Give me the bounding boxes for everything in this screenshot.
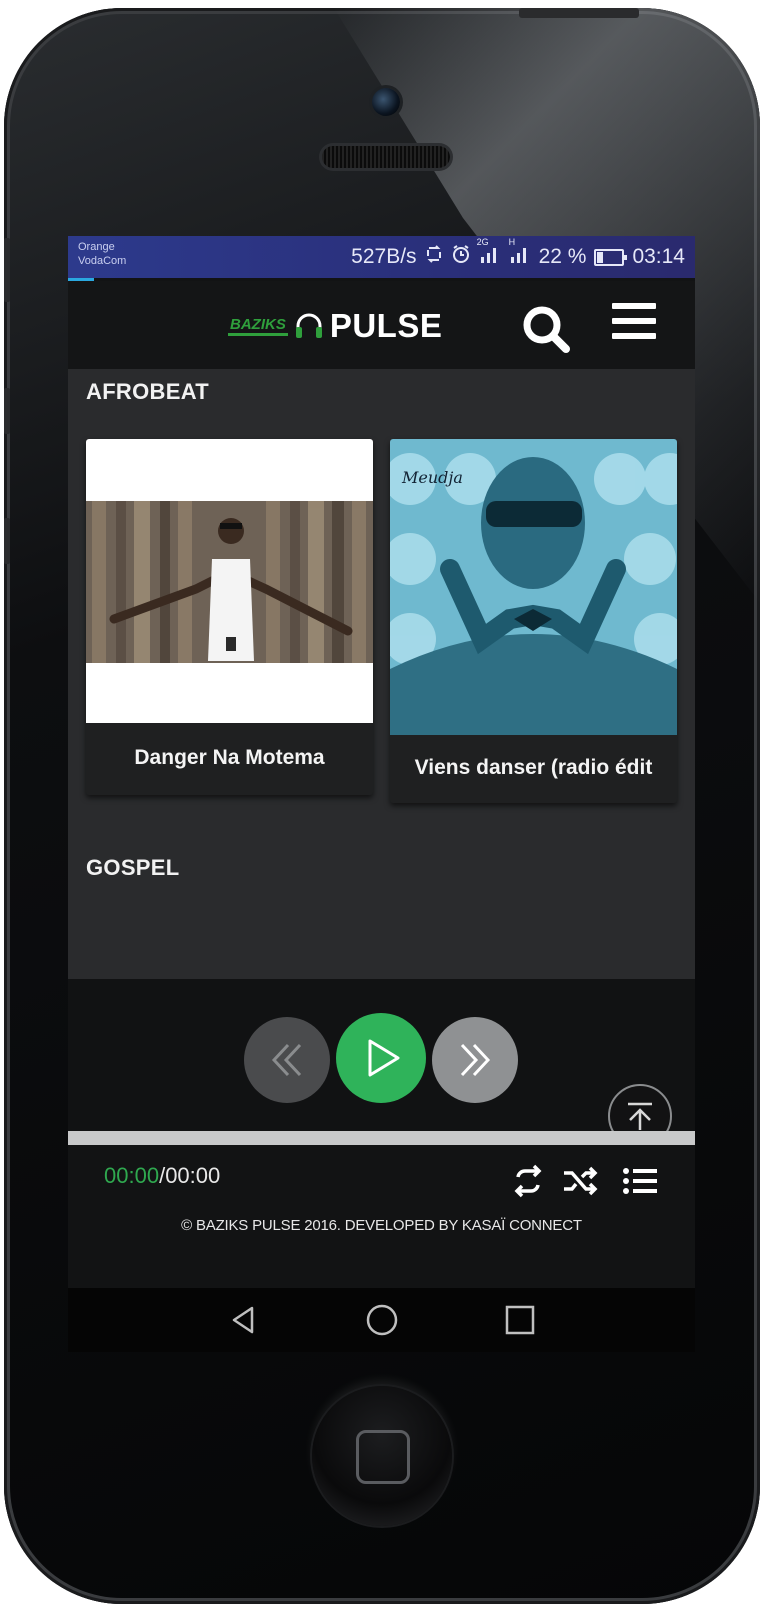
track-title: Danger Na Motema <box>134 746 325 769</box>
signal-1-icon: 2G <box>477 237 501 269</box>
track-card[interactable]: Meudja Viens danser (radio édit <box>390 439 677 803</box>
network-type-1: 2G <box>476 237 489 247</box>
home-icon <box>366 1304 398 1336</box>
progress-bar[interactable] <box>68 1131 695 1145</box>
search-icon <box>523 306 570 353</box>
menu-button[interactable] <box>610 301 660 347</box>
play-button[interactable] <box>336 1013 426 1103</box>
repeat-icon <box>514 1164 542 1198</box>
network-speed: 527B/s <box>351 245 417 268</box>
search-button[interactable] <box>518 301 574 357</box>
carrier-names: Orange VodaCom <box>78 240 126 268</box>
section-title-afrobeat: AFROBEAT <box>86 379 209 404</box>
logo-pulse-text: PULSE <box>329 307 443 344</box>
next-icon <box>460 1043 491 1077</box>
front-camera <box>372 88 400 116</box>
app-screen: Orange VodaCom 527B/s 2G H 22 % 03:14 BA… <box>68 236 695 1288</box>
section-title-gospel: GOSPEL <box>86 855 180 880</box>
previous-button[interactable] <box>244 1017 330 1103</box>
alarm-icon <box>451 244 471 270</box>
player-controls <box>68 979 695 1135</box>
shuffle-button[interactable] <box>560 1163 600 1199</box>
home-nav-button[interactable] <box>362 1300 402 1340</box>
headphones-icon <box>295 313 322 338</box>
playlist-icon <box>623 1168 657 1194</box>
app-logo[interactable]: BAZIKS PULSE <box>228 307 442 345</box>
battery-percent: 22 % <box>538 245 587 268</box>
recents-icon <box>505 1305 535 1335</box>
status-indicators: 527B/s 2G H 22 % 03:14 <box>351 237 685 270</box>
album-cover-viens-danser: Meudja <box>390 439 677 735</box>
track-title: Viens danser (radio édit <box>414 756 653 779</box>
earpiece-speaker <box>322 146 450 168</box>
track-card[interactable]: Danger Na Motema <box>86 439 373 795</box>
current-time: 00:00 <box>104 1163 160 1188</box>
android-navigation-bar <box>68 1288 695 1352</box>
volume-up-button <box>4 388 10 434</box>
carrier-1: Orange <box>78 241 115 253</box>
carrier-2: VodaCom <box>78 255 127 267</box>
play-icon <box>368 1039 400 1077</box>
recents-button[interactable] <box>500 1300 540 1340</box>
clock: 03:14 <box>632 245 685 268</box>
player-footer: 00:00/00:00 © BAZIKS PULSE 2016. DEVELOP… <box>68 1145 695 1288</box>
next-button[interactable] <box>432 1017 518 1103</box>
mute-switch <box>4 238 10 302</box>
volume-down-button <box>4 518 10 564</box>
network-type-2: H <box>508 237 516 247</box>
signal-2-icon: H <box>509 237 531 269</box>
playlist-button[interactable] <box>620 1163 660 1199</box>
battery-icon <box>594 248 628 266</box>
repeat-button[interactable] <box>508 1163 548 1199</box>
back-icon <box>232 1306 254 1334</box>
back-button[interactable] <box>224 1300 264 1340</box>
power-button <box>519 8 639 18</box>
phone-home-button[interactable] <box>312 1386 452 1526</box>
total-time: 00:00 <box>165 1163 221 1188</box>
hamburger-menu-icon <box>612 303 656 339</box>
album-cover-danger-na-motema <box>86 439 373 723</box>
sync-icon <box>425 245 443 269</box>
shuffle-icon <box>564 1166 598 1196</box>
status-bar: Orange VodaCom 527B/s 2G H 22 % 03:14 <box>68 236 695 278</box>
home-square-icon <box>356 1430 410 1484</box>
app-header: BAZIKS PULSE <box>68 281 695 369</box>
copyright-text: © BAZIKS PULSE 2016. DEVELOPED BY KASAÏ … <box>181 1217 582 1234</box>
svg-text:Meudja: Meudja <box>401 468 463 487</box>
previous-icon <box>271 1043 302 1077</box>
time-display: 00:00/00:00 <box>104 1163 220 1189</box>
content-area: AFROBEAT Danger Na Motema Meudja Viens d… <box>68 369 695 979</box>
logo-baziks-text: BAZIKS <box>228 316 288 336</box>
